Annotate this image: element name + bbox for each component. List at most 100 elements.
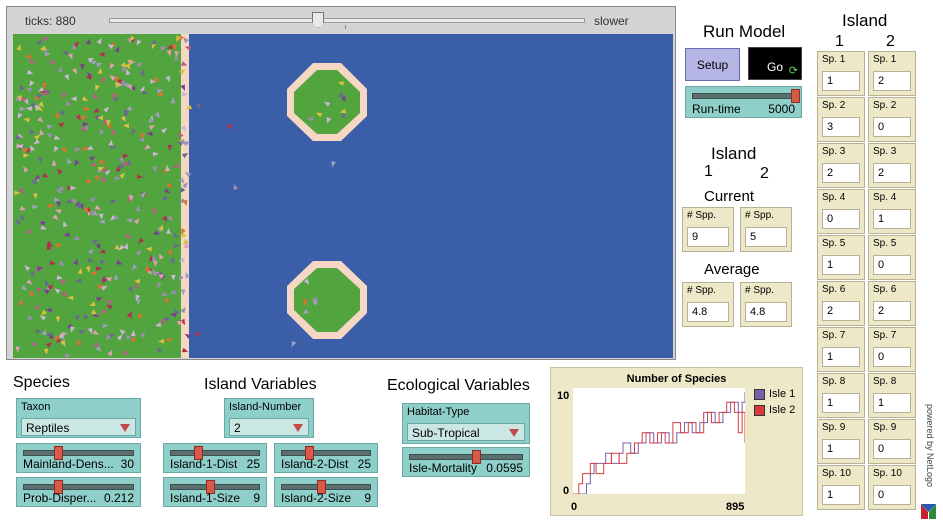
- species-monitor-value: 3: [822, 117, 860, 137]
- species-monitor-value: 0: [873, 347, 911, 367]
- taxon-value: Reptiles: [26, 421, 70, 435]
- species-monitor-label: Sp. 2: [822, 100, 846, 111]
- powered-by-label: powered by NetLogo: [925, 404, 935, 488]
- island-1-dist-slider[interactable]: Island-1-Dist 25: [163, 443, 267, 473]
- slider-value: 30: [120, 457, 134, 471]
- species-3-isle1-monitor: Sp. 3 2: [817, 143, 865, 188]
- slider-value: 25: [246, 457, 260, 471]
- island-counts-col1: 1: [704, 163, 713, 180]
- species-6-isle2-monitor: Sp. 6 2: [868, 281, 916, 326]
- species-7-isle2-monitor: Sp. 7 0: [868, 327, 916, 372]
- taxon-value-box[interactable]: Reptiles: [21, 418, 136, 436]
- world-view-panel: ticks: 880 slower: [6, 6, 676, 360]
- plot-y-max: 10: [557, 390, 570, 402]
- species-monitor-label: Sp. 1: [822, 54, 846, 65]
- slider-value: 0.212: [103, 491, 134, 505]
- species-6-isle1-monitor: Sp. 6 2: [817, 281, 865, 326]
- mainland-density-slider[interactable]: Mainland-Dens... 30: [16, 443, 141, 473]
- species-10-isle1-monitor: Sp. 10 1: [817, 465, 865, 510]
- slider-track: [23, 484, 134, 490]
- species-monitor-label: Sp. 8: [873, 376, 897, 387]
- island-2-size-slider[interactable]: Island-2-Size 9: [274, 477, 378, 507]
- dropdown-arrow-icon: [293, 424, 303, 432]
- species-monitor-value: 2: [822, 301, 860, 321]
- plot-title: Number of Species: [626, 373, 727, 385]
- slider-text: Island-2-Dist 25: [281, 457, 371, 471]
- species-7-isle1-monitor: Sp. 7 1: [817, 327, 865, 372]
- habitat-type-chooser[interactable]: Habitat-Type Sub-Tropical: [402, 403, 530, 444]
- current-label: Current: [704, 188, 755, 205]
- setup-button[interactable]: Setup: [685, 48, 740, 81]
- island-number-value-box[interactable]: 2: [229, 418, 309, 436]
- species-2-isle1-monitor: Sp. 2 3: [817, 97, 865, 142]
- species-monitor-value: 2: [822, 163, 860, 183]
- plot-legend: Isle 1 Isle 2: [754, 388, 795, 420]
- runtime-value: 5000: [768, 102, 795, 116]
- species-monitor-label: Sp. 6: [873, 284, 897, 295]
- species-monitor-value: 0: [822, 209, 860, 229]
- species-4-isle1-monitor: Sp. 4 0: [817, 189, 865, 234]
- go-label: Go: [767, 60, 784, 74]
- runtime-slider-knob[interactable]: [791, 89, 800, 103]
- slider-value: 0.0595: [486, 461, 523, 475]
- species-9-isle2-monitor: Sp. 9 0: [868, 419, 916, 464]
- species-monitor-value: 1: [822, 347, 860, 367]
- run-model-title: Run Model: [703, 22, 786, 41]
- species-monitor-value: 2: [873, 71, 911, 91]
- world-canvas[interactable]: [13, 34, 673, 358]
- speed-slider[interactable]: [109, 18, 585, 23]
- island-1-size-slider[interactable]: Island-1-Size 9: [163, 477, 267, 507]
- slider-label: Mainland-Dens...: [23, 457, 114, 471]
- isle-mortality-slider[interactable]: Isle-Mortality 0.0595: [402, 447, 530, 477]
- species-monitor-label: Sp. 6: [822, 284, 846, 295]
- forever-icon: ⟳: [788, 65, 798, 77]
- tick-bar: ticks: 880 slower: [7, 7, 675, 33]
- species-plot: Number of Species 10 0 0 895 Isle 1 Isle …: [550, 367, 803, 516]
- island-number-chooser[interactable]: Island-Number 2: [224, 398, 314, 438]
- slider-label: Isle-Mortality: [409, 461, 478, 475]
- species-monitor-label: Sp. 5: [822, 238, 846, 249]
- legend-entry: Isle 2: [754, 404, 795, 416]
- slider-label: Island-2-Dist: [281, 457, 349, 471]
- slider-track: [170, 450, 260, 456]
- dropdown-arrow-icon: [120, 424, 130, 432]
- species-monitor-label: Sp. 3: [822, 146, 846, 157]
- slider-text: Isle-Mortality 0.0595: [409, 461, 523, 475]
- species-monitor-label: Sp. 7: [873, 330, 897, 341]
- legend-swatch: [754, 388, 765, 400]
- species-9-isle1-monitor: Sp. 9 1: [817, 419, 865, 464]
- species-1-isle2-monitor: Sp. 1 2: [868, 51, 916, 96]
- species-monitor-label: Sp. 2: [873, 100, 897, 111]
- species-monitor-label: Sp. 5: [873, 238, 897, 249]
- island-variables-title: Island Variables: [204, 376, 317, 393]
- slider-track: [409, 454, 523, 460]
- speed-slider-thumb[interactable]: [312, 12, 324, 28]
- speed-label: slower: [594, 14, 629, 28]
- species-monitor-value: 1: [822, 71, 860, 91]
- species-monitor-label: Sp. 9: [822, 422, 846, 433]
- slider-label: Island-2-Size: [281, 491, 352, 505]
- ecological-variables-title: Ecological Variables: [387, 377, 530, 394]
- current-spp-isle1-monitor: # Spp. 9: [682, 207, 734, 252]
- island-counts-col2: 2: [760, 165, 769, 182]
- species-10-isle2-monitor: Sp. 10 0: [868, 465, 916, 510]
- runtime-slider[interactable]: Run-time 5000: [685, 86, 802, 118]
- slider-text: Prob-Disper... 0.212: [23, 491, 134, 505]
- island-2-dist-slider[interactable]: Island-2-Dist 25: [274, 443, 378, 473]
- go-button[interactable]: Go ⟳: [748, 47, 802, 80]
- species-4-isle2-monitor: Sp. 4 1: [868, 189, 916, 234]
- species-monitor-value: 1: [822, 255, 860, 275]
- monitor-value: 5: [745, 227, 787, 247]
- monitor-value: 4.8: [687, 302, 729, 322]
- taxon-chooser[interactable]: Taxon Reptiles: [16, 398, 141, 438]
- species-monitor-value: 2: [873, 301, 911, 321]
- prob-dispersal-slider[interactable]: Prob-Disper... 0.212: [16, 477, 141, 507]
- species-monitor-value: 0: [873, 255, 911, 275]
- plot-area: [573, 388, 745, 494]
- average-label: Average: [704, 261, 760, 278]
- species-monitor-value: 0: [873, 439, 911, 459]
- slider-track: [23, 450, 134, 456]
- habitat-type-value-box[interactable]: Sub-Tropical: [407, 423, 525, 441]
- slider-text: Island-2-Size 9: [281, 491, 371, 505]
- slider-label: Island-1-Size: [170, 491, 241, 505]
